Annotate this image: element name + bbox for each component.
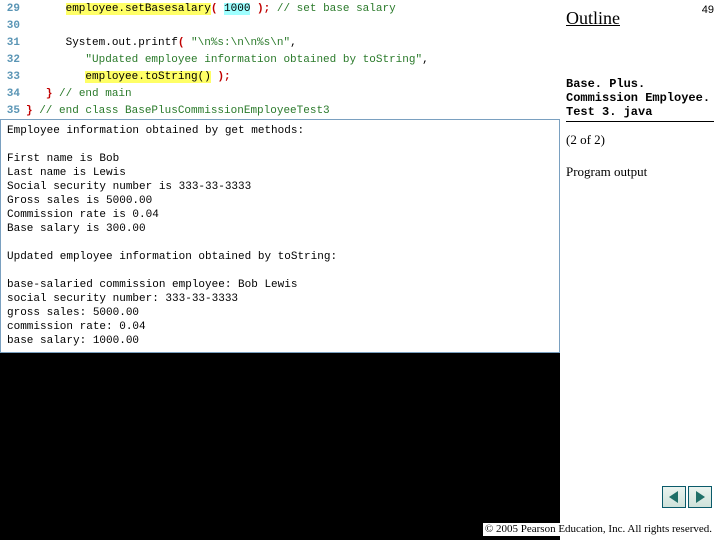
program-output: Employee information obtained by get met… xyxy=(0,119,560,353)
code-line: 31 System.out.printf( "\n%s:\n\n%s\n", xyxy=(0,34,560,51)
outline-title: Outline xyxy=(566,8,714,29)
left-panel: 29 employee.setBasesalary( 1000 ); // se… xyxy=(0,0,560,353)
code-text: } // end main xyxy=(26,88,132,100)
triangle-left-icon xyxy=(667,490,681,504)
right-panel: 49 Outline Base. Plus. Commission Employ… xyxy=(560,0,720,540)
prev-button[interactable] xyxy=(662,486,686,508)
line-number: 29 xyxy=(0,3,26,15)
triangle-right-icon xyxy=(693,490,707,504)
section-label: Program output xyxy=(566,164,714,180)
line-number: 30 xyxy=(0,20,26,32)
code-line: 30 xyxy=(0,17,560,34)
next-button[interactable] xyxy=(688,486,712,508)
nav-arrows xyxy=(662,486,712,508)
code-text: } // end class BasePlusCommissionEmploye… xyxy=(26,105,330,117)
line-number: 35 xyxy=(0,105,26,117)
code-text: "Updated employee information obtained b… xyxy=(26,54,429,66)
line-number: 34 xyxy=(0,88,26,100)
code-line: 32 "Updated employee information obtaine… xyxy=(0,51,560,68)
code-line: 29 employee.setBasesalary( 1000 ); // se… xyxy=(0,0,560,17)
line-number: 31 xyxy=(0,37,26,49)
code-text: System.out.printf( "\n%s:\n\n%s\n", xyxy=(26,37,297,49)
code-line: 33 employee.toString() ); xyxy=(0,68,560,85)
page-number: 49 xyxy=(702,4,714,16)
code-text: employee.toString() ); xyxy=(26,71,231,83)
code-line: 34 } // end main xyxy=(0,85,560,102)
line-number: 32 xyxy=(0,54,26,66)
copyright: © 2005 Pearson Education, Inc. All right… xyxy=(483,523,714,536)
line-number: 33 xyxy=(0,71,26,83)
file-label: Base. Plus. Commission Employee. Test 3.… xyxy=(566,77,714,122)
code-block: 29 employee.setBasesalary( 1000 ); // se… xyxy=(0,0,560,119)
code-text: employee.setBasesalary( 1000 ); // set b… xyxy=(26,3,396,15)
part-label: (2 of 2) xyxy=(566,132,714,148)
code-line: 35} // end class BasePlusCommissionEmplo… xyxy=(0,102,560,119)
